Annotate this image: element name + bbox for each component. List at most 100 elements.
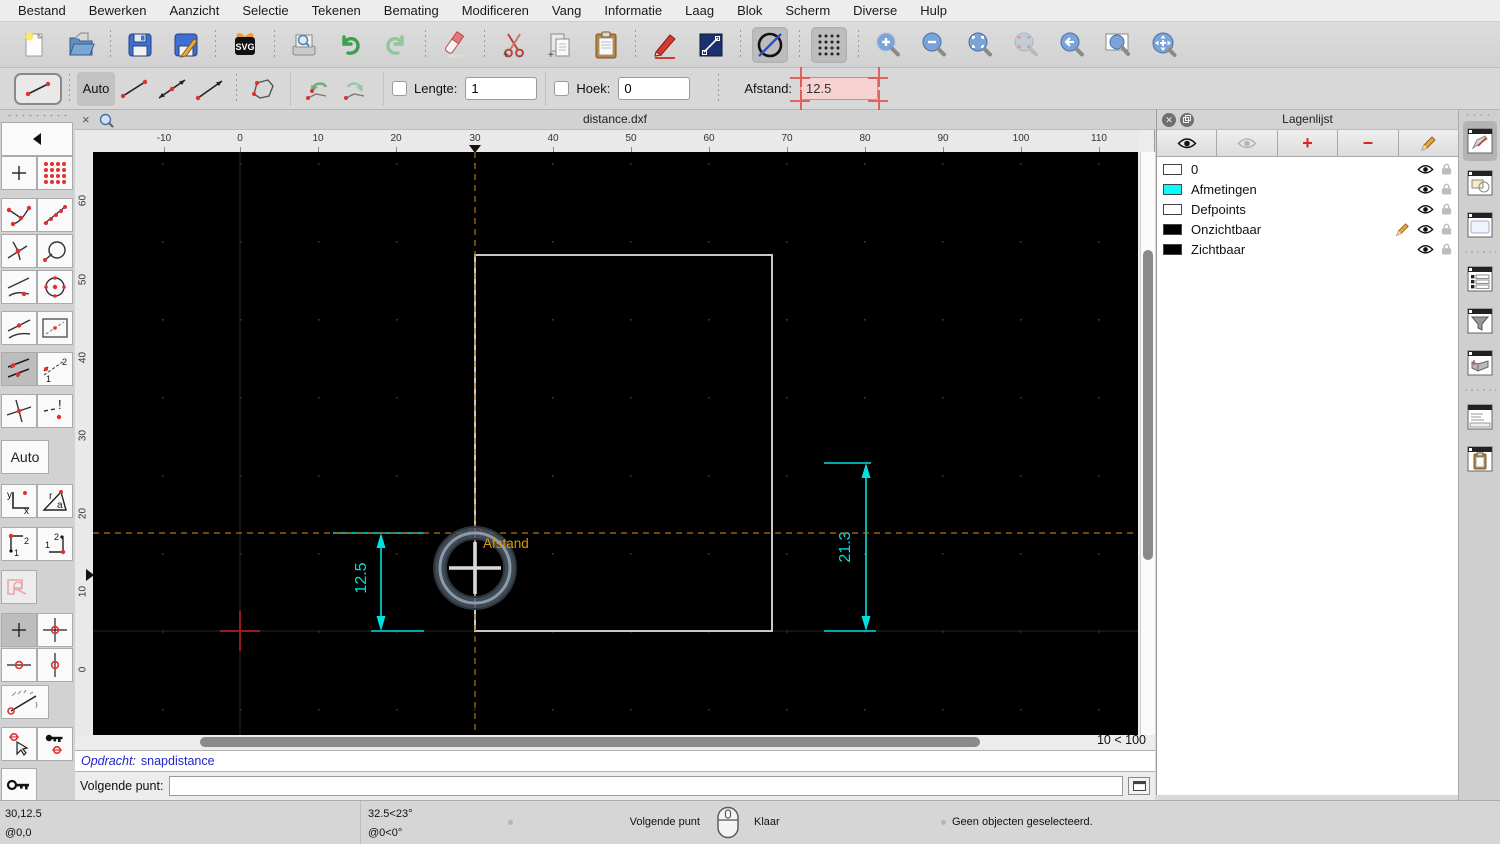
remove-layer-button[interactable]: − xyxy=(1338,130,1399,156)
auto-line-mode-button[interactable]: Auto xyxy=(77,71,115,106)
zoom-in-icon[interactable] xyxy=(870,27,906,63)
paste-icon[interactable] xyxy=(588,27,624,63)
afstand-input[interactable] xyxy=(800,77,879,100)
panel-filter-button[interactable] xyxy=(1463,301,1497,341)
panel-blocks-button[interactable] xyxy=(1463,163,1497,203)
dock-handle[interactable] xyxy=(1464,113,1495,117)
current-tool-line-icon[interactable] xyxy=(14,72,62,105)
menu-item-informatie[interactable]: Informatie xyxy=(604,3,662,18)
menu-item-bemating[interactable]: Bemating xyxy=(384,3,439,18)
layer-lock-icon[interactable] xyxy=(1441,202,1452,216)
menu-item-hulp[interactable]: Hulp xyxy=(920,3,947,18)
zoom-selection-icon[interactable] xyxy=(1008,27,1044,63)
save-icon[interactable] xyxy=(122,27,158,63)
snap-reference-icon[interactable] xyxy=(37,234,73,268)
auto-snap-button[interactable]: Auto xyxy=(1,440,49,474)
save-as-icon[interactable] xyxy=(168,27,204,63)
horizontal-scrollbar-thumb[interactable] xyxy=(200,737,980,747)
restrict-orthogonal-icon[interactable] xyxy=(37,613,73,647)
menu-item-bestand[interactable]: Bestand xyxy=(18,3,66,18)
menu-item-modificeren[interactable]: Modificeren xyxy=(462,3,529,18)
panel-draw-button[interactable] xyxy=(1462,121,1497,161)
show-all-layers-button[interactable] xyxy=(1157,130,1218,156)
horizontal-scrollbar[interactable] xyxy=(75,735,1155,750)
layer-row-2[interactable]: Defpoints xyxy=(1157,199,1458,219)
undo-icon[interactable] xyxy=(332,27,368,63)
snap-none-icon[interactable]: ! xyxy=(37,394,73,428)
restrict-horizontal-icon[interactable] xyxy=(1,648,37,682)
line-angle-button[interactable] xyxy=(191,72,229,106)
vertical-scrollbar-thumb[interactable] xyxy=(1143,250,1153,560)
snap-intersection-manual-icon[interactable] xyxy=(1,394,37,428)
snap-intersection-icon[interactable] xyxy=(1,234,37,268)
layer-lock-icon[interactable] xyxy=(1441,222,1452,236)
edit-pen-icon[interactable] xyxy=(647,27,683,63)
layer-lock-icon[interactable] xyxy=(1441,162,1452,176)
layer-visibility-icon[interactable] xyxy=(1417,204,1434,215)
draft-mode-icon[interactable] xyxy=(752,26,788,63)
menu-item-tekenen[interactable]: Tekenen xyxy=(312,3,361,18)
palette-handle[interactable] xyxy=(6,113,69,118)
snap-sequence-icon[interactable]: 12 xyxy=(37,352,73,386)
menu-item-vang[interactable]: Vang xyxy=(552,3,581,18)
polyline-close-button[interactable] xyxy=(244,72,282,106)
redo-icon[interactable] xyxy=(378,27,414,63)
drawing-canvas[interactable]: 12.5 21.3 Afstand xyxy=(93,152,1138,735)
zoom-window-icon[interactable] xyxy=(1100,27,1136,63)
snap-distance-icon[interactable] xyxy=(1,352,37,386)
lengte-input[interactable] xyxy=(465,77,538,100)
layer-lock-icon[interactable] xyxy=(1441,182,1452,196)
menu-item-diverse[interactable]: Diverse xyxy=(853,3,897,18)
zoom-pan-icon[interactable] xyxy=(1146,27,1182,63)
layer-lock-icon[interactable] xyxy=(1441,242,1452,256)
menu-item-scherm[interactable]: Scherm xyxy=(785,3,830,18)
panel-layer-list-button[interactable] xyxy=(1463,259,1497,299)
layer-visibility-icon[interactable] xyxy=(1417,224,1434,235)
snap-grid-icon[interactable] xyxy=(37,156,73,190)
snap-middle-icon[interactable] xyxy=(1,311,37,345)
new-file-icon[interactable] xyxy=(17,27,53,63)
panel-clipboard-button[interactable] xyxy=(1463,439,1497,479)
menu-item-blok[interactable]: Blok xyxy=(737,3,762,18)
snap-free-icon[interactable] xyxy=(1,156,37,190)
menu-item-aanzicht[interactable]: Aanzicht xyxy=(170,3,220,18)
line-two-points-button[interactable] xyxy=(115,72,153,106)
edit-layer-button[interactable] xyxy=(1399,130,1458,156)
vertical-scrollbar[interactable] xyxy=(1140,152,1155,735)
menu-item-selectie[interactable]: Selectie xyxy=(242,3,288,18)
snap-on-entity-icon[interactable] xyxy=(37,198,73,232)
lock-reference-icon[interactable] xyxy=(37,727,73,761)
hoek-input[interactable] xyxy=(618,77,691,100)
zoom-previous-icon[interactable] xyxy=(1054,27,1090,63)
menu-item-bewerken[interactable]: Bewerken xyxy=(89,3,147,18)
print-preview-icon[interactable] xyxy=(286,27,322,63)
layer-visibility-icon[interactable] xyxy=(1417,244,1434,255)
svg-export-icon[interactable]: SVG xyxy=(227,27,263,63)
relative-point-2-icon[interactable]: 12 xyxy=(37,527,73,561)
snap-center-icon[interactable] xyxy=(37,270,73,304)
delete-icon[interactable] xyxy=(437,27,473,63)
command-window-toggle-button[interactable] xyxy=(1128,777,1150,795)
back-button[interactable] xyxy=(1,122,73,156)
snap-tangent-icon[interactable] xyxy=(1,270,37,304)
restrict-vertical-icon[interactable] xyxy=(37,648,73,682)
polyline-undo-button[interactable] xyxy=(299,72,337,106)
hoek-checkbox[interactable] xyxy=(554,81,570,96)
snap-distance-box-icon[interactable] xyxy=(37,311,73,345)
cut-icon[interactable]: + xyxy=(496,27,532,63)
layer-visibility-icon[interactable] xyxy=(1417,164,1434,175)
panel-library-button[interactable] xyxy=(1463,343,1497,383)
layer-visibility-icon[interactable] xyxy=(1417,184,1434,195)
select-reference-icon[interactable] xyxy=(1,727,37,761)
lock-relative-zero-icon[interactable] xyxy=(1,768,37,802)
layer-row-0[interactable]: 0 xyxy=(1157,159,1458,179)
menu-item-laag[interactable]: Laag xyxy=(685,3,714,18)
restrict-nothing-icon[interactable] xyxy=(1,613,37,647)
panel-view-button[interactable] xyxy=(1463,205,1497,245)
hide-all-layers-button[interactable] xyxy=(1217,130,1278,156)
add-layer-button[interactable]: + xyxy=(1278,130,1339,156)
attributes-icon[interactable] xyxy=(693,27,729,63)
angle-meter-icon[interactable] xyxy=(1,685,49,719)
layer-row-1[interactable]: Afmetingen xyxy=(1157,179,1458,199)
layer-row-3[interactable]: Onzichtbaar xyxy=(1157,219,1458,239)
